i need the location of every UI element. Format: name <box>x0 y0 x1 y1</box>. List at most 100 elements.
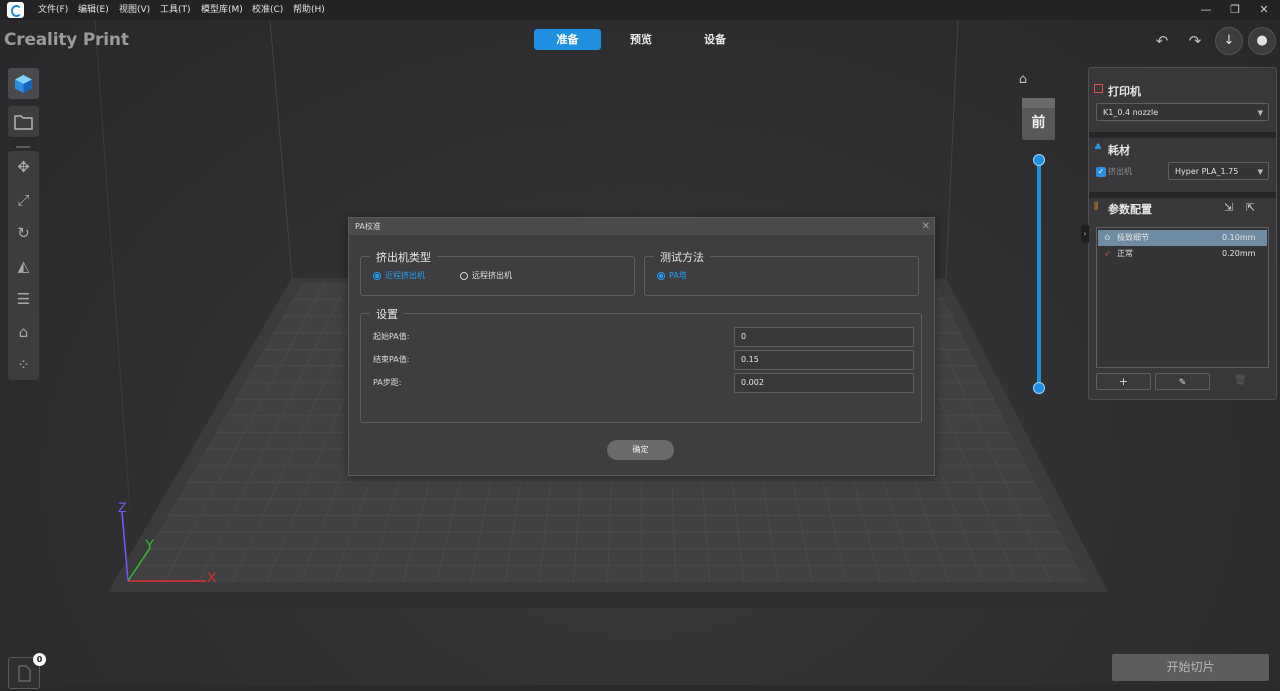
user-icon[interactable]: ● <box>1248 27 1276 55</box>
profile-list: ✩ 极致细节 0.10mm ➶ 正常 0.20mm <box>1096 227 1269 368</box>
panel-separator <box>1089 192 1276 198</box>
layer-slider[interactable] <box>1037 160 1041 388</box>
toolbar-divider <box>16 146 30 148</box>
extruder-label: 挤出机 <box>1108 166 1132 177</box>
undo-icon[interactable]: ↶ <box>1150 29 1174 53</box>
filament-select[interactable]: Hyper PLA_1.75 ▼ <box>1168 162 1269 180</box>
z-axis-label: Z <box>118 499 127 515</box>
extruder-type-title: 挤出机类型 <box>370 249 437 265</box>
end-pa-input[interactable] <box>734 350 914 370</box>
lay-flat-icon[interactable]: ◭ <box>8 257 39 275</box>
restore-icon[interactable]: ❐ <box>1222 0 1248 20</box>
folder-icon <box>8 106 39 137</box>
list-item[interactable]: ✩ 极致细节 0.10mm <box>1098 230 1267 246</box>
filament-title: 耗材 <box>1108 142 1130 158</box>
view-cube[interactable]: 前 <box>1022 98 1055 140</box>
home-view-icon[interactable]: ⌂ <box>1015 72 1031 88</box>
edit-icon: ✎ <box>1179 378 1187 388</box>
params-title: 参数配置 <box>1108 201 1152 217</box>
tab-preview[interactable]: 预览 <box>618 29 664 50</box>
radio-dot <box>460 272 468 280</box>
menu-edit[interactable]: 编辑(E) <box>78 0 109 20</box>
radio-label: 远程挤出机 <box>472 270 512 282</box>
confirm-button[interactable]: 确定 <box>607 440 674 460</box>
minimize-icon[interactable]: — <box>1193 0 1219 20</box>
scale-icon[interactable]: ⤢ <box>8 191 39 209</box>
params-icon: ⫼ <box>1094 202 1098 212</box>
profile-name: 正常 <box>1117 246 1133 262</box>
menu-tools[interactable]: 工具(T) <box>160 0 191 20</box>
radio-bowden-extruder[interactable]: 远程挤出机 <box>460 270 530 282</box>
end-pa-label: 结束PA值: <box>373 354 409 365</box>
radio-label: 近程挤出机 <box>385 270 425 282</box>
add-model-button[interactable] <box>8 68 39 99</box>
build-plate-edge <box>108 592 1108 608</box>
pa-step-label: PA步距: <box>373 377 401 388</box>
printer-select-value: K1_0.4 nozzle <box>1103 108 1158 117</box>
menu-file[interactable]: 文件(F) <box>38 0 68 20</box>
delete-profile-icon[interactable]: 🗑 <box>1233 373 1248 388</box>
redo-icon[interactable]: ↷ <box>1183 29 1207 53</box>
radio-pa-tower[interactable]: PA塔 <box>657 270 707 282</box>
download-icon[interactable]: ↓ <box>1215 27 1243 55</box>
open-file-button[interactable] <box>8 106 39 137</box>
close-window-icon[interactable]: ✕ <box>1251 0 1277 20</box>
import-profile-icon[interactable]: ⇲ <box>1224 201 1233 214</box>
start-pa-input[interactable] <box>734 327 914 347</box>
filament-icon: ♣ <box>1094 144 1103 153</box>
cube-icon <box>8 68 39 99</box>
extruder-checkbox[interactable]: ✓ <box>1096 167 1106 177</box>
radio-dot <box>373 272 381 280</box>
pa-step-input[interactable] <box>734 373 914 393</box>
profile-layer-height: 0.10mm <box>1222 230 1255 246</box>
menu-help[interactable]: 帮助(H) <box>293 0 325 20</box>
chevron-down-icon: ▼ <box>1258 104 1263 122</box>
start-slicing-button[interactable]: 开始切片 <box>1112 654 1269 681</box>
tab-prepare[interactable]: 准备 <box>534 29 601 50</box>
menu-bar: 文件(F) 编辑(E) 视图(V) 工具(T) 模型库(M) 校准(C) 帮助(… <box>0 0 1280 20</box>
rotate-icon[interactable]: ↻ <box>8 224 39 242</box>
x-axis-label: X <box>207 569 217 585</box>
list-item[interactable]: ➶ 正常 0.20mm <box>1098 246 1267 262</box>
filament-select-value: Hyper PLA_1.75 <box>1175 167 1238 176</box>
y-axis-label: Y <box>145 536 155 552</box>
radio-dot <box>657 272 665 280</box>
menu-calibration[interactable]: 校准(C) <box>252 0 283 20</box>
dialog-titlebar: PA校准 ✕ <box>349 218 934 235</box>
radio-label: PA塔 <box>669 270 687 282</box>
edit-profile-button[interactable]: ✎ <box>1155 373 1210 390</box>
profile-name: 极致细节 <box>1117 230 1149 246</box>
printer-title: 打印机 <box>1108 83 1141 99</box>
plus-icon: + <box>1119 375 1128 388</box>
tab-device[interactable]: 设备 <box>692 29 738 50</box>
close-icon[interactable]: ✕ <box>922 218 930 235</box>
chevron-down-icon: ▼ <box>1258 163 1263 181</box>
export-profile-icon[interactable]: ⇱ <box>1246 201 1255 214</box>
profile-layer-height: 0.20mm <box>1222 246 1255 262</box>
rocket-icon: ➶ <box>1104 246 1111 262</box>
printer-icon <box>1094 84 1103 93</box>
view-cube-front-label: 前 <box>1022 112 1055 132</box>
menu-view[interactable]: 视图(V) <box>119 0 150 20</box>
layer-slider-bottom-handle[interactable] <box>1033 382 1045 394</box>
settings-title: 设置 <box>370 306 404 322</box>
start-pa-label: 起始PA值: <box>373 331 409 342</box>
add-profile-button[interactable]: + <box>1096 373 1151 390</box>
tool-group: ✥ ⤢ ↻ ◭ ☰ ⌂ ⁘ <box>8 151 39 380</box>
move-icon[interactable]: ✥ <box>8 158 39 176</box>
detail-profile-icon: ✩ <box>1104 230 1111 246</box>
app-logo-icon <box>7 2 24 18</box>
list-icon[interactable]: ☰ <box>8 290 39 308</box>
support-icon[interactable]: ⌂ <box>8 323 39 341</box>
collapse-panel-handle[interactable]: › <box>1081 225 1089 243</box>
printer-select[interactable]: K1_0.4 nozzle ▼ <box>1096 103 1269 121</box>
layer-slider-top-handle[interactable] <box>1033 154 1045 166</box>
arrange-icon[interactable]: ⁘ <box>8 356 39 374</box>
test-method-title: 测试方法 <box>654 249 710 265</box>
panel-separator <box>1089 132 1276 138</box>
menu-model-library[interactable]: 模型库(M) <box>201 0 243 20</box>
dialog-title: PA校准 <box>355 218 381 235</box>
radio-direct-extruder[interactable]: 近程挤出机 <box>373 270 443 282</box>
view-cube-top <box>1022 98 1055 108</box>
app-name: Creality Print <box>4 30 129 50</box>
